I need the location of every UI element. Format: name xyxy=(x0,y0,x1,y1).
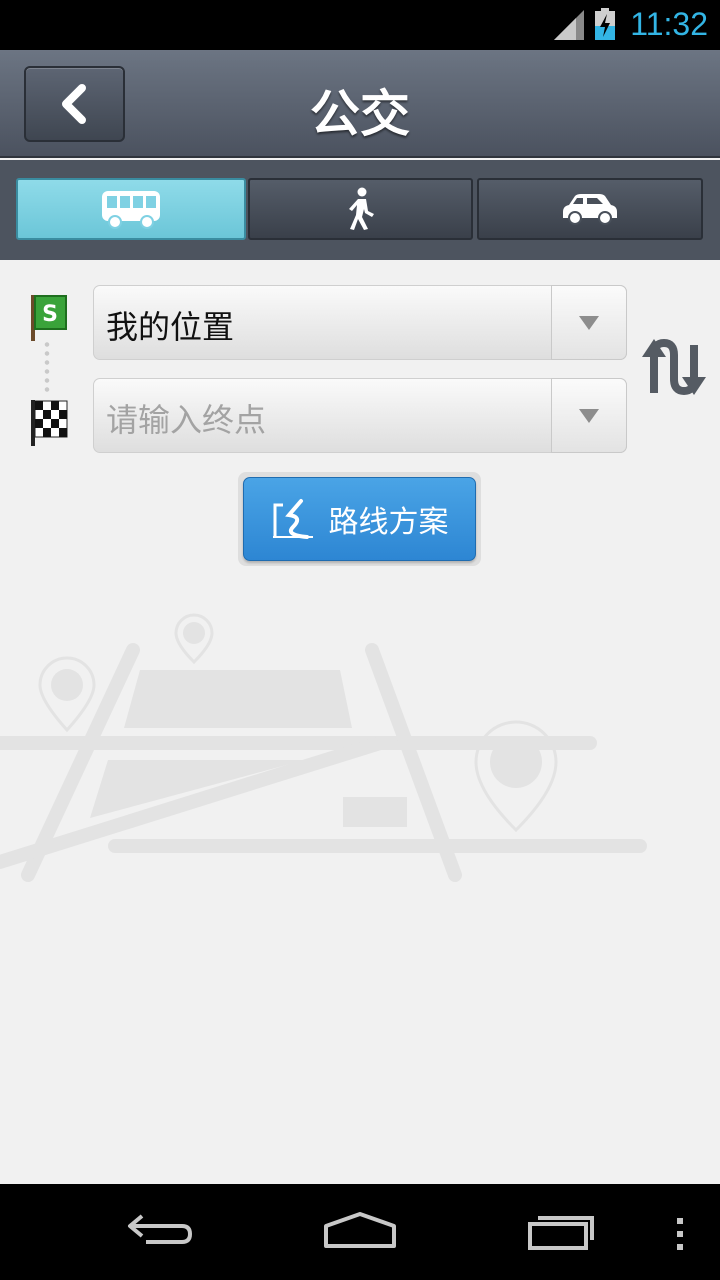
end-field[interactable]: 请输入终点 xyxy=(93,378,627,453)
tab-bus[interactable] xyxy=(16,178,246,240)
swap-icon[interactable] xyxy=(640,335,708,399)
tab-walk[interactable] xyxy=(248,178,473,240)
battery-charging-icon xyxy=(595,8,615,40)
start-dropdown-button[interactable] xyxy=(551,285,627,360)
status-bar: 11:32 xyxy=(0,0,720,50)
bus-icon xyxy=(102,191,160,229)
start-flag-icon: S xyxy=(31,295,67,341)
route-plan-button[interactable]: 路线方案 xyxy=(243,477,476,561)
end-placeholder: 请输入终点 xyxy=(106,401,267,439)
end-dropdown-button[interactable] xyxy=(551,378,627,453)
home-icon[interactable] xyxy=(322,1208,398,1252)
page-title: 公交 xyxy=(310,85,410,143)
mode-tab-bar xyxy=(0,160,720,260)
start-value: 我的位置 xyxy=(106,308,235,346)
back-icon[interactable] xyxy=(124,1208,196,1252)
signal-icon xyxy=(554,10,584,40)
route-connector xyxy=(44,340,50,394)
route-plan-label: 路线方案 xyxy=(328,505,449,540)
car-icon xyxy=(563,194,617,225)
map-illustration xyxy=(0,613,647,882)
svg-text:S: S xyxy=(42,302,58,327)
walk-icon xyxy=(348,187,374,230)
recents-icon[interactable] xyxy=(526,1208,598,1252)
route-icon xyxy=(272,499,313,539)
status-time: 11:32 xyxy=(630,6,708,42)
route-button-frame: 路线方案 xyxy=(238,472,481,566)
title-bar: 公交 xyxy=(0,50,720,158)
menu-icon[interactable] xyxy=(674,1216,686,1252)
system-nav-bar xyxy=(0,1184,720,1280)
dropdown-arrow-icon xyxy=(579,315,599,330)
start-field[interactable]: 我的位置 xyxy=(93,285,627,360)
finish-flag-icon xyxy=(31,400,68,446)
dropdown-arrow-icon xyxy=(579,408,599,423)
tab-car[interactable] xyxy=(477,178,703,240)
